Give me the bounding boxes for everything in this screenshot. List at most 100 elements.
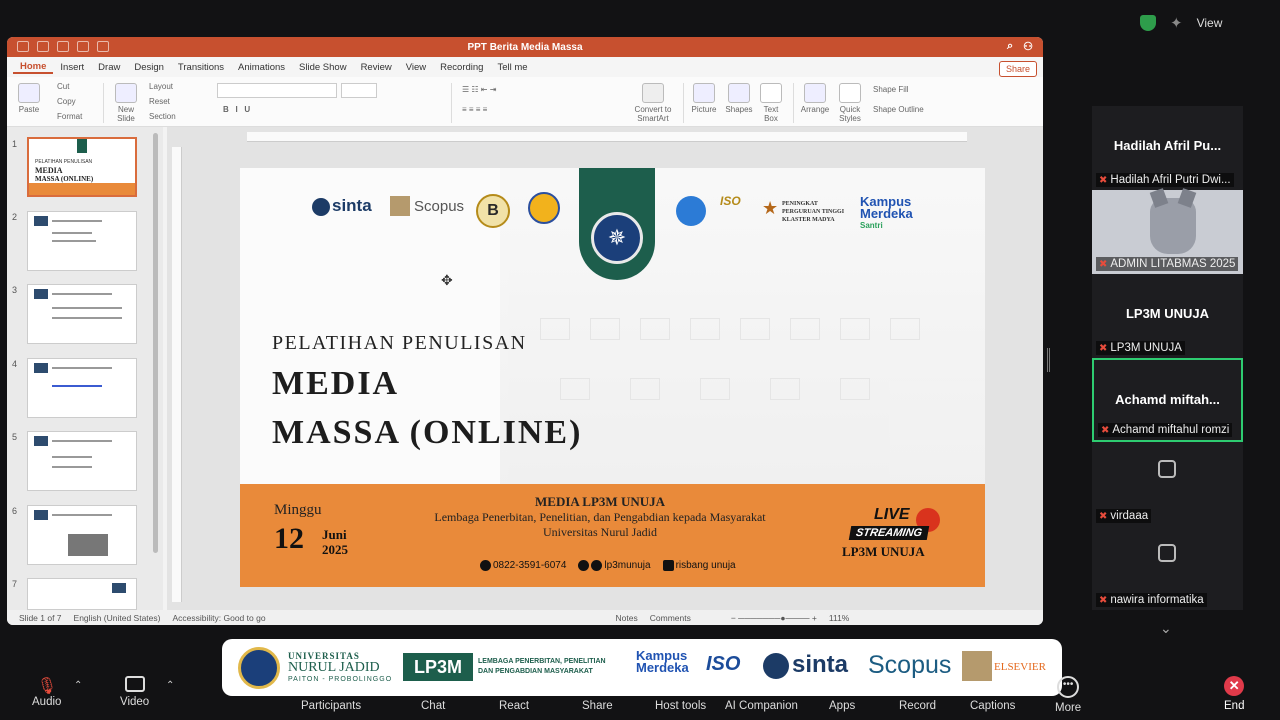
tab-view[interactable]: View	[399, 62, 433, 73]
shapes-button[interactable]: Shapes	[723, 83, 755, 114]
status-bar: Slide 1 of 7 English (United States) Acc…	[7, 610, 1043, 625]
text-box-button[interactable]: Text Box	[759, 83, 783, 123]
tab-transitions[interactable]: Transitions	[171, 62, 231, 73]
search-icon[interactable]: ⌕	[1007, 40, 1013, 53]
audio-options-chevron-icon[interactable]: ⌃	[74, 680, 82, 691]
thumbnail-slide-7[interactable]	[27, 578, 137, 610]
participant-label-text: Hadilah Afril Putri Dwi...	[1110, 174, 1231, 186]
participant-tile[interactable]: ✖ ADMIN LITABMAS 2025	[1092, 188, 1243, 274]
banner-merdeka-text: Merdeka	[636, 660, 689, 675]
thumbnails-scrollbar[interactable]	[153, 133, 158, 553]
thumbnail-slide-5[interactable]	[27, 431, 137, 491]
redo-icon[interactable]	[97, 41, 109, 52]
view-button[interactable]: View	[1197, 16, 1223, 30]
tab-home[interactable]: Home	[13, 61, 54, 74]
kampus-merdeka-logo: Kampus Merdeka Santri	[860, 195, 913, 232]
video-options-chevron-icon[interactable]: ⌃	[166, 680, 174, 691]
partner-logo-banner: UNIVERSITAS NURUL JADID PAITON - PROBOLI…	[222, 639, 1062, 696]
zoom-level[interactable]: 111%	[829, 613, 849, 623]
ribbon-divider	[103, 83, 104, 123]
tab-draw[interactable]: Draw	[91, 62, 127, 73]
format-painter-button[interactable]: Format	[57, 112, 82, 121]
picture-button[interactable]: Picture	[689, 83, 719, 114]
align-icon[interactable]: ≡ ≡ ≡ ≡	[462, 105, 487, 114]
cut-button[interactable]: Cut	[57, 82, 69, 91]
shape-outline-button[interactable]: Shape Outline	[873, 105, 924, 114]
quick-styles-button[interactable]: Quick Styles	[835, 83, 865, 123]
participant-tile[interactable]: ✖ nawira informatika	[1092, 526, 1243, 610]
chat-button[interactable]: Chat	[421, 700, 445, 712]
record-button[interactable]: Record	[899, 700, 936, 712]
language-status[interactable]: English (United States)	[74, 613, 161, 623]
thumb-line	[52, 220, 102, 222]
participant-tile[interactable]: LP3M UNUJA ✖ LP3M UNUJA	[1092, 274, 1243, 358]
more-button[interactable]: ••• More	[1055, 676, 1081, 714]
participants-button[interactable]: Participants	[301, 700, 361, 712]
layout-button[interactable]: Layout	[149, 82, 173, 91]
thumbnail-slide-6[interactable]	[27, 505, 137, 565]
panel-resize-handle[interactable]	[1047, 348, 1050, 372]
notes-button[interactable]: Notes	[616, 613, 638, 623]
audio-button[interactable]: 🎙 Audio	[32, 676, 61, 708]
host-tools-button[interactable]: Host tools	[655, 700, 706, 712]
thumb-line	[52, 385, 102, 387]
video-button[interactable]: Video	[120, 676, 149, 708]
bold-icon[interactable]: B I U	[223, 105, 250, 114]
save-icon[interactable]	[57, 41, 69, 52]
thumb-line	[52, 367, 112, 369]
tab-slide-show[interactable]: Slide Show	[292, 62, 354, 73]
font-name-field[interactable]	[217, 83, 337, 98]
paste-button[interactable]: Paste	[15, 83, 43, 114]
tab-tell-me[interactable]: Tell me	[490, 62, 534, 73]
comments-button[interactable]: Comments	[650, 613, 691, 623]
record-label: Record	[899, 700, 937, 712]
banner-iso: ISO	[706, 653, 741, 675]
thumb-line	[52, 456, 92, 458]
participant-tile[interactable]: Hadilah Afril Pu... ✖ Hadilah Afril Putri…	[1092, 106, 1243, 190]
section-button[interactable]: Section	[149, 112, 176, 121]
participant-tile[interactable]: ✖ virdaaa	[1092, 442, 1243, 526]
encryption-shield-icon[interactable]	[1140, 15, 1156, 31]
convert-smartart-button[interactable]: Convert to SmartArt	[631, 83, 675, 123]
current-slide[interactable]: sinta Scopus B ✵ ISO ★ PENINGKAT PERGURU…	[240, 168, 985, 587]
paste-icon	[18, 83, 40, 103]
move-cursor-icon: ✥	[441, 272, 453, 288]
end-meeting-button[interactable]: ✕ End	[1224, 676, 1244, 712]
home-icon[interactable]	[37, 41, 49, 52]
undo-icon[interactable]	[77, 41, 89, 52]
chevron-down-icon[interactable]: ⌄	[1160, 620, 1172, 637]
sidebar-toggle-icon[interactable]	[17, 41, 29, 52]
ai-sparkle-icon[interactable]: ✦	[1170, 14, 1183, 32]
tab-review[interactable]: Review	[354, 62, 399, 73]
thumb-text: MEDIA	[35, 166, 63, 175]
participant-tile-active-speaker[interactable]: Achamd miftah... ✖ Achamd miftahul romzi	[1092, 358, 1243, 442]
tab-insert[interactable]: Insert	[53, 62, 91, 73]
thumbnail-slide-1[interactable]: PELATIHAN PENULISAN MEDIA MASSA (ONLINE)	[27, 137, 137, 197]
new-slide-button[interactable]: New Slide	[111, 83, 141, 123]
tab-design[interactable]: Design	[127, 62, 171, 73]
thumbnail-slide-2[interactable]	[27, 211, 137, 271]
bullets-icon[interactable]: ☰ ☷ ⇤ ⇥	[462, 85, 496, 94]
apps-button[interactable]: Apps	[829, 700, 855, 712]
thumbnail-slide-4[interactable]	[27, 358, 137, 418]
accessibility-status[interactable]: Accessibility: Good to go	[172, 613, 265, 623]
tab-animations[interactable]: Animations	[231, 62, 292, 73]
share-screen-button[interactable]: Share	[582, 700, 613, 712]
participant-label: ✖ Achamd miftahul romzi	[1098, 423, 1233, 437]
font-size-field[interactable]	[341, 83, 377, 98]
react-button[interactable]: React	[499, 700, 529, 712]
collaborate-icon[interactable]: ⚇	[1023, 40, 1033, 53]
captions-button[interactable]: Captions	[970, 700, 1015, 712]
tab-recording[interactable]: Recording	[433, 62, 490, 73]
zoom-slider[interactable]: − ───────●──── +	[731, 613, 817, 623]
arrange-button[interactable]: Arrange	[799, 83, 831, 114]
thumbnail-slide-3[interactable]	[27, 284, 137, 344]
copy-button[interactable]: Copy	[57, 97, 76, 106]
streaming-text: STREAMING	[848, 526, 930, 540]
reset-button[interactable]: Reset	[149, 97, 170, 106]
ai-companion-button[interactable]: AI Companion	[725, 700, 798, 712]
cat-avatar-icon	[1149, 188, 1197, 254]
shape-fill-button[interactable]: Shape Fill	[873, 85, 909, 94]
thumb-number: 1	[12, 139, 18, 149]
share-button[interactable]: Share	[998, 61, 1037, 77]
